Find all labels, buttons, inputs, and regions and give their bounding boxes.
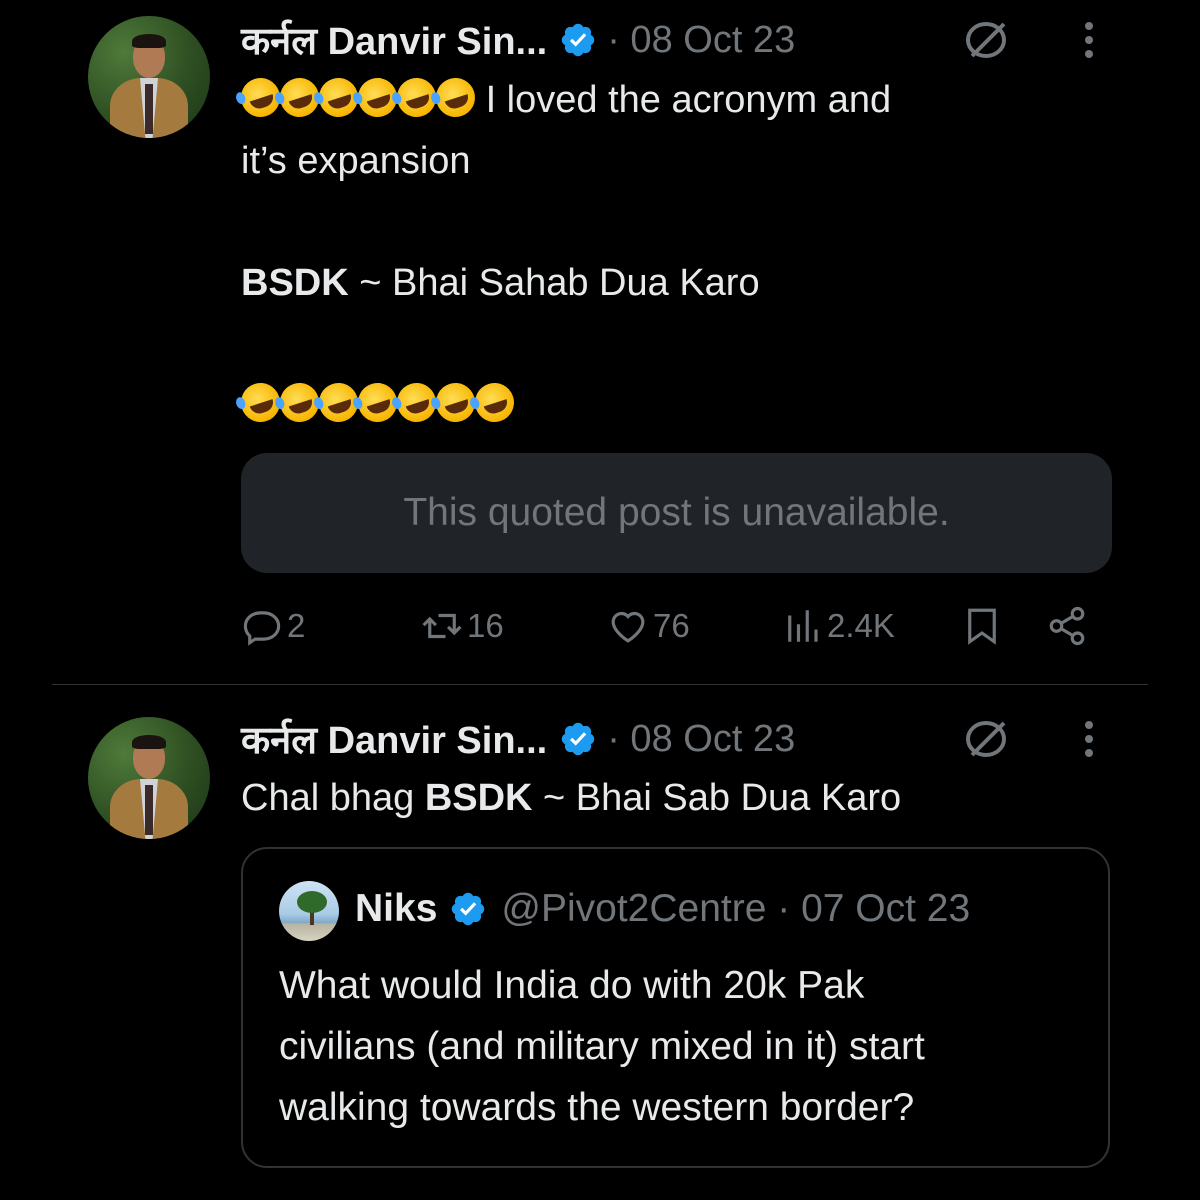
bold-acronym: BSDK xyxy=(241,262,349,304)
more-options-icon[interactable] xyxy=(1074,18,1104,62)
tweet-date[interactable]: · 08 Oct 23 xyxy=(607,718,795,761)
quoted-line: walking towards the western border? xyxy=(279,1086,915,1129)
tweet-text-prefix: Chal bhag xyxy=(241,777,425,819)
quoted-tweet-text: What would India do with 20k Pak civilia… xyxy=(279,955,925,1138)
more-options-icon[interactable] xyxy=(1074,717,1104,761)
tweet-text-rest: ~ Bhai Sab Dua Karo xyxy=(532,777,902,819)
quoted-author-name[interactable]: Niks xyxy=(355,887,437,931)
author-name[interactable]: कर्नल Danvir Sin... xyxy=(241,14,547,66)
bold-acronym: BSDK xyxy=(424,777,533,819)
tweet-line-2: it’s expansion xyxy=(241,140,471,182)
repost-count: 16 xyxy=(467,607,504,644)
quoted-line: civilians (and military mixed in it) sta… xyxy=(279,1025,925,1068)
author-avatar[interactable] xyxy=(88,717,210,839)
repost-button[interactable]: 16 xyxy=(421,605,504,647)
quoted-line: What would India do with 20k Pak xyxy=(279,964,865,1007)
verified-badge-icon xyxy=(561,23,595,57)
tweet-line-4 xyxy=(235,375,891,436)
quoted-tweet-card[interactable]: Niks @Pivot2Centre · 07 Oct 23 What woul… xyxy=(241,847,1110,1168)
laughing-emoji-icon xyxy=(235,377,520,428)
author-avatar[interactable] xyxy=(88,16,210,138)
tweet-2[interactable]: कर्नल Danvir Sin... · 08 Oct 23 Chal bha… xyxy=(0,685,1200,1200)
quoted-handle-date[interactable]: @Pivot2Centre · 07 Oct 23 xyxy=(501,887,970,931)
verified-badge-icon xyxy=(452,892,485,926)
bookmark-button[interactable] xyxy=(961,605,1003,647)
bookmark-icon xyxy=(968,608,996,645)
grok-icon[interactable] xyxy=(962,717,1014,761)
like-button[interactable]: 76 xyxy=(607,605,690,647)
quoted-post-unavailable: This quoted post is unavailable. xyxy=(241,453,1112,573)
repost-icon xyxy=(422,613,462,639)
tweet-actions: 2 16 76 2.4K xyxy=(241,605,1101,659)
laughing-emoji-icon xyxy=(235,72,481,123)
quoted-author-avatar[interactable] xyxy=(279,881,339,941)
heart-icon xyxy=(611,611,645,643)
like-count: 76 xyxy=(653,607,690,644)
tweet-text: Chal bhag BSDK ~ Bhai Sab Dua Karo xyxy=(241,768,901,829)
tweet-line-1-text: I loved the acronym and xyxy=(485,79,892,121)
author-name[interactable]: कर्नल Danvir Sin... xyxy=(241,713,547,765)
reply-button[interactable]: 2 xyxy=(241,605,305,647)
quoted-post-unavailable-text: This quoted post is unavailable. xyxy=(403,491,950,534)
tweet-text: I loved the acronym and it’s expansion B… xyxy=(235,70,892,436)
views-button[interactable]: 2.4K xyxy=(781,605,895,647)
reply-icon xyxy=(243,611,281,646)
tweet-header: कर्नल Danvir Sin... · 08 Oct 23 xyxy=(241,715,795,763)
share-icon xyxy=(1049,606,1085,646)
views-count: 2.4K xyxy=(827,607,895,644)
views-chart-icon xyxy=(788,610,818,642)
quoted-tweet-header: Niks @Pivot2Centre · 07 Oct 23 xyxy=(355,887,970,931)
tweet-line-3: BSDK ~ Bhai Sahab Dua Karo xyxy=(241,253,891,314)
verified-badge-icon xyxy=(561,722,595,756)
tweet-date[interactable]: · 08 Oct 23 xyxy=(607,19,795,62)
tweet-line-1: I loved the acronym and xyxy=(235,70,892,131)
reply-count: 2 xyxy=(287,607,306,644)
share-button[interactable] xyxy=(1046,605,1088,647)
tweet-header: कर्नल Danvir Sin... · 08 Oct 23 xyxy=(241,16,795,64)
acronym-expansion: ~ Bhai Sahab Dua Karo xyxy=(348,262,760,304)
tweet-1[interactable]: कर्नल Danvir Sin... · 08 Oct 23 I loved … xyxy=(0,0,1200,685)
grok-icon[interactable] xyxy=(962,18,1014,62)
